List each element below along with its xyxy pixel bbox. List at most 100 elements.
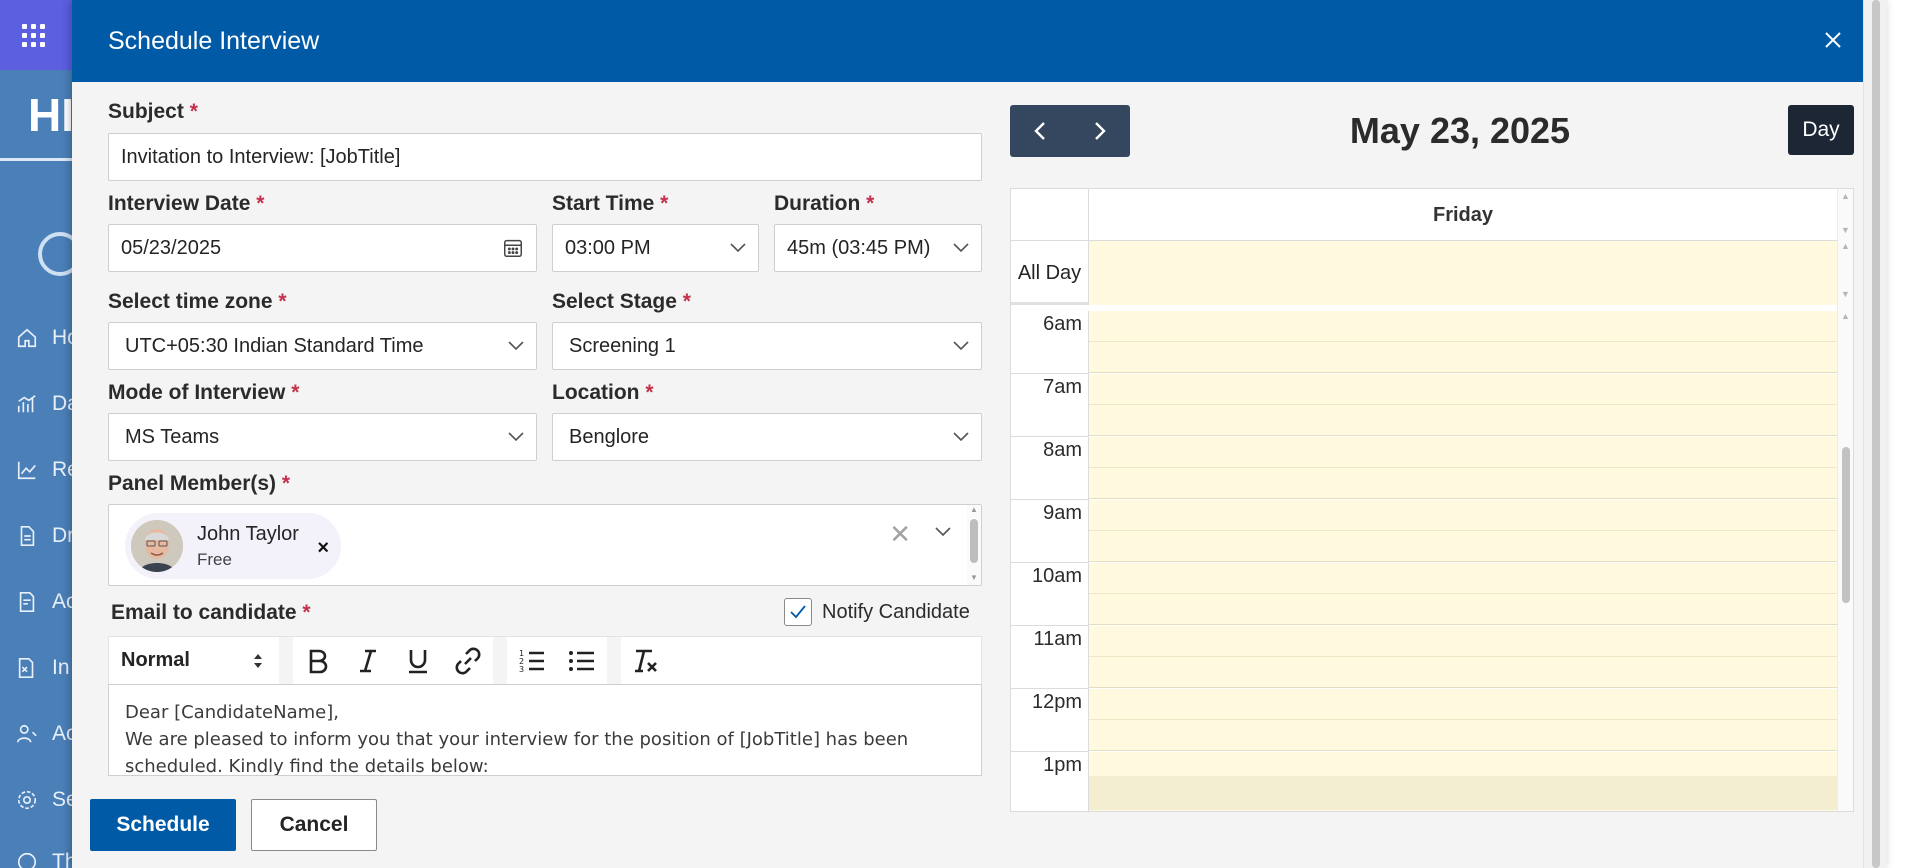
ordered-list-button[interactable]: 123 <box>507 637 557 685</box>
panel-member-name: John Taylor <box>197 522 299 545</box>
editor-toolbar: Normal 123 <box>108 636 982 685</box>
time-slot[interactable] <box>1089 626 1837 657</box>
stage-select[interactable]: Screening 1 <box>552 322 982 370</box>
nav-label: Dr <box>52 524 75 547</box>
calendar-header: Friday <box>1011 189 1837 241</box>
time-slot[interactable] <box>1089 594 1837 625</box>
avatar <box>131 520 183 572</box>
duration-select[interactable]: 45m (03:45 PM) <box>774 224 982 272</box>
hour-row: 9am <box>1011 500 1837 563</box>
nav-item-drafts[interactable]: Dr <box>16 524 74 548</box>
access-icon <box>16 723 38 745</box>
nav-item-home[interactable]: Ho <box>16 326 79 350</box>
notify-candidate-checkbox[interactable] <box>784 598 812 626</box>
close-button[interactable] <box>1819 26 1847 54</box>
mode-label: Mode of Interview * <box>108 381 300 404</box>
checkmark-icon <box>790 605 806 619</box>
time-slot[interactable] <box>1089 437 1837 468</box>
panel-scrollbar[interactable]: ▲ ▼ <box>967 505 981 585</box>
email-line: scheduled. Kindly find the details below… <box>125 756 489 776</box>
link-button[interactable] <box>443 637 493 685</box>
panel-member-chip[interactable]: John Taylor Free × <box>125 513 341 579</box>
day-calendar: Friday All Day 6am 7am 8am 9am 10am 11am… <box>1010 188 1854 812</box>
email-body-editor[interactable]: Dear [CandidateName], We are pleased to … <box>108 684 982 776</box>
nav-label: In <box>52 656 70 679</box>
stage-label: Select Stage * <box>552 290 691 313</box>
hour-row: 6am <box>1011 311 1837 374</box>
time-slot[interactable] <box>1089 374 1837 405</box>
stage-value: Screening 1 <box>569 334 676 357</box>
time-slot[interactable] <box>1089 563 1837 594</box>
nav-item-settings[interactable]: Se <box>16 788 78 812</box>
chevron-down-icon <box>953 341 969 351</box>
remove-member-icon[interactable]: × <box>317 537 329 560</box>
time-slot[interactable] <box>1089 342 1837 373</box>
nav-item-dashboard[interactable]: Da <box>16 392 79 416</box>
theme-icon <box>16 851 38 868</box>
panel-member-status: Free <box>197 549 232 569</box>
email-label: Email to candidate * <box>111 601 311 624</box>
chevron-down-icon[interactable] <box>935 527 951 537</box>
italic-button[interactable] <box>343 637 393 685</box>
location-select[interactable]: Benglore <box>552 413 982 461</box>
chevron-down-icon <box>508 341 524 351</box>
time-slot[interactable] <box>1089 405 1837 436</box>
time-slot[interactable] <box>1089 689 1837 720</box>
cancel-button[interactable]: Cancel <box>251 799 377 851</box>
all-day-row: All Day <box>1011 241 1837 305</box>
time-slot[interactable] <box>1089 531 1837 562</box>
start-time-value: 03:00 PM <box>565 236 651 259</box>
calendar-footer <box>1011 776 1837 810</box>
underline-icon <box>409 649 427 673</box>
nav-item-access[interactable]: Ac <box>16 722 77 746</box>
hour-label: 7am <box>1011 374 1089 437</box>
next-day-button[interactable] <box>1070 105 1130 157</box>
email-line: Dear [CandidateName], <box>125 702 339 723</box>
nav-item-inbox[interactable]: In <box>16 656 70 680</box>
subject-input[interactable]: Invitation to Interview: [JobTitle] <box>108 133 982 181</box>
time-zone-label: Select time zone * <box>108 290 287 313</box>
time-zone-select[interactable]: UTC+05:30 Indian Standard Time <box>108 322 537 370</box>
nav-item-reports[interactable]: Re <box>16 458 79 482</box>
nav-item-theme[interactable]: Th <box>16 850 77 868</box>
notify-candidate-label: Notify Candidate <box>822 600 970 623</box>
ordered-list-icon: 123 <box>519 649 544 674</box>
calendar-navigation <box>1010 105 1130 157</box>
all-day-slot[interactable] <box>1089 241 1837 305</box>
notify-candidate-option[interactable]: Notify Candidate <box>784 598 970 626</box>
format-select[interactable]: Normal <box>109 637 279 685</box>
duration-label: Duration * <box>774 192 875 215</box>
mode-value: MS Teams <box>125 425 220 448</box>
bullet-list-icon <box>569 650 594 671</box>
hour-label: 11am <box>1011 626 1089 689</box>
dialog-scrollbar[interactable] <box>1863 0 1887 868</box>
day-view-button[interactable]: Day <box>1788 105 1854 155</box>
schedule-button[interactable]: Schedule <box>90 799 236 851</box>
dialog-header: Schedule Interview <box>72 0 1887 82</box>
hour-row: 11am <box>1011 626 1837 689</box>
drafts-icon <box>16 525 38 547</box>
mode-select[interactable]: MS Teams <box>108 413 537 461</box>
time-slot[interactable] <box>1089 657 1837 688</box>
previous-day-button[interactable] <box>1010 105 1070 157</box>
time-slot[interactable] <box>1089 720 1837 751</box>
time-slot[interactable] <box>1089 500 1837 531</box>
time-slot[interactable] <box>1089 468 1837 499</box>
chevron-down-icon <box>953 432 969 442</box>
clear-selection-icon[interactable]: ✕ <box>889 519 911 550</box>
clear-format-button[interactable] <box>621 637 671 685</box>
start-time-label: Start Time * <box>552 192 669 215</box>
start-time-select[interactable]: 03:00 PM <box>552 224 759 272</box>
interview-date-picker[interactable]: 05/23/2025 <box>108 224 537 272</box>
bold-button[interactable] <box>293 637 343 685</box>
link-icon <box>455 647 481 674</box>
underline-button[interactable] <box>393 637 443 685</box>
time-slot[interactable] <box>1089 311 1837 342</box>
calendar-icon[interactable] <box>502 237 524 259</box>
bullet-list-button[interactable] <box>557 637 607 685</box>
nav-item-activity[interactable]: Ac <box>16 590 77 614</box>
location-label: Location * <box>552 381 654 404</box>
panel-members-picker[interactable]: John Taylor Free × ✕ ▲ ▼ <box>108 504 982 586</box>
home-icon <box>16 327 38 349</box>
calendar-scrollbar[interactable]: ▲ ▼ ▲ ▼ ▲ <box>1837 189 1853 811</box>
